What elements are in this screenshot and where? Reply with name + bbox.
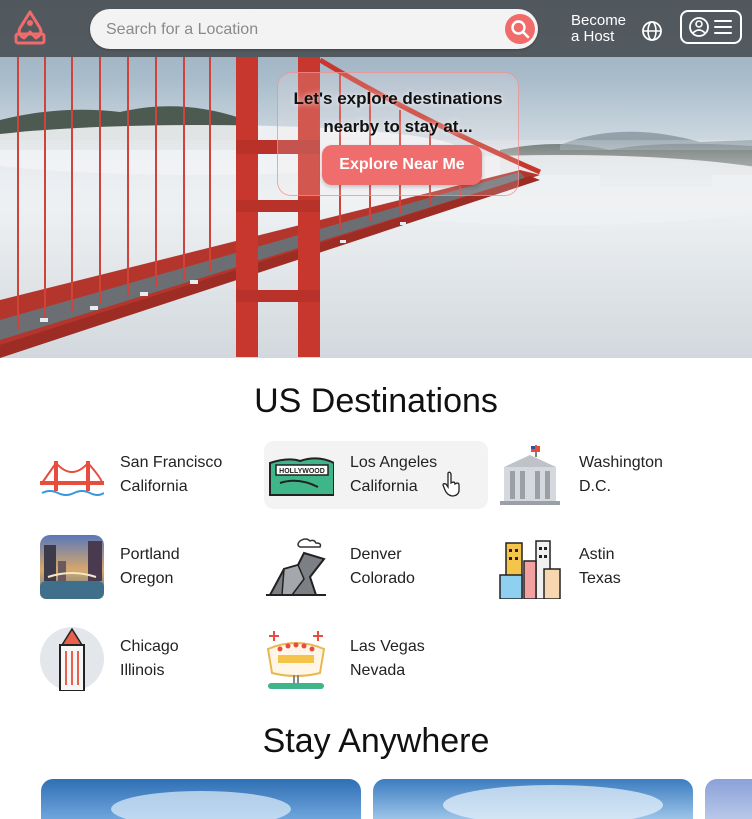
- search-icon: [511, 20, 530, 39]
- destination-city: Las Vegas: [350, 638, 425, 655]
- host-line-2: a Host: [571, 28, 615, 45]
- become-a-host-link[interactable]: Become a Host: [571, 13, 635, 45]
- city-skyline-icon: [499, 540, 561, 599]
- destination-las-vegas[interactable]: Las Vegas Nevada: [264, 625, 488, 693]
- menu-icon: [714, 20, 732, 34]
- destination-region: Nevada: [350, 662, 406, 679]
- host-line-1: Become: [571, 12, 627, 29]
- hollywood-sign-icon: HOLLYWOOD: [269, 457, 334, 496]
- promo-heading: Let's explore destinations nearby to sta…: [278, 85, 518, 141]
- destination-portland[interactable]: Portland Oregon: [40, 533, 264, 601]
- us-destinations-heading: US Destinations: [254, 382, 498, 420]
- stay-card-2[interactable]: [373, 779, 693, 819]
- user-icon: [689, 17, 709, 37]
- stay-card-1-image: [111, 791, 291, 819]
- white-house-icon: [500, 445, 560, 505]
- destination-astin[interactable]: Astin Texas: [498, 533, 722, 601]
- destination-denver[interactable]: Denver Colorado: [264, 533, 488, 601]
- las-vegas-sign-icon: [266, 631, 326, 689]
- destination-region: D.C.: [579, 478, 611, 495]
- stay-anywhere-heading: Stay Anywhere: [262, 722, 490, 760]
- golden-gate-icon: [40, 461, 104, 496]
- destination-city: Denver: [350, 546, 402, 563]
- user-menu-icons: [689, 17, 732, 37]
- search-button[interactable]: [505, 14, 535, 44]
- destination-city: Los Angeles: [350, 454, 438, 471]
- destination-city: San Francisco: [120, 454, 223, 471]
- destination-city: Astin: [579, 546, 615, 563]
- top-navigation-bar: Become a Host: [0, 0, 752, 57]
- chicago-tower-icon: [40, 627, 104, 691]
- promo-line-1: Let's explore destinations: [293, 89, 503, 108]
- svg-text:HOLLYWOOD: HOLLYWOOD: [279, 468, 325, 475]
- denver-museum-icon: [266, 538, 326, 596]
- stay-card-3[interactable]: [705, 779, 752, 819]
- destination-los-angeles[interactable]: HOLLYWOOD Los Angeles California: [264, 441, 488, 509]
- user-menu-button[interactable]: [680, 10, 742, 44]
- globe-icon[interactable]: [640, 19, 664, 43]
- stay-card-1[interactable]: [41, 779, 361, 819]
- destination-city: Portland: [120, 546, 180, 563]
- destination-city: Chicago: [120, 638, 179, 655]
- location-search-bar: [90, 9, 538, 51]
- stay-card-2-image: [443, 785, 663, 819]
- destination-region: Illinois: [120, 662, 165, 679]
- destination-region: Colorado: [350, 570, 415, 587]
- explore-near-me-button[interactable]: Explore Near Me: [322, 145, 482, 185]
- destination-washington[interactable]: Washington D.C.: [498, 441, 722, 509]
- hand-cursor-icon: [442, 471, 460, 497]
- promo-line-2: nearby to stay at...: [323, 117, 473, 136]
- logo-icon[interactable]: [10, 8, 50, 48]
- destination-region: Texas: [579, 570, 621, 587]
- search-input[interactable]: [104, 9, 488, 51]
- explore-promo-card: Let's explore destinations nearby to sta…: [277, 72, 519, 196]
- destination-san-francisco[interactable]: San Francisco California: [40, 441, 264, 509]
- portland-photo-icon: [40, 535, 104, 599]
- destination-city: Washington: [579, 454, 663, 471]
- destination-chicago[interactable]: Chicago Illinois: [40, 625, 264, 693]
- destination-region: California: [120, 478, 188, 495]
- destination-region: California: [350, 478, 418, 495]
- destination-region: Oregon: [120, 570, 174, 587]
